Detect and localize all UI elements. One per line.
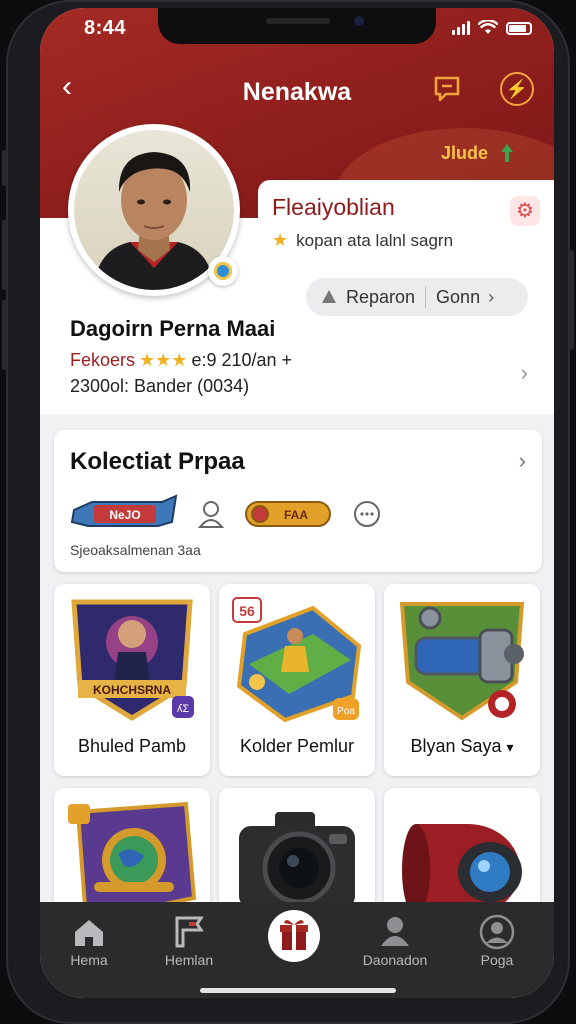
tile-label: Kolder Pemlur <box>239 736 355 756</box>
collection-tile[interactable]: 56 Poa Kolder Pemlur <box>219 584 375 776</box>
status-bar: 8:44 <box>40 8 554 52</box>
person-icon <box>381 917 409 946</box>
chat-icon[interactable] <box>432 74 462 104</box>
nav-item-gift[interactable] <box>268 910 320 962</box>
nav-label: Hema <box>70 952 108 968</box>
secondary-button[interactable]: Gonn <box>436 287 480 308</box>
top-nav: ‹ Nenakwa ⚡ <box>40 70 554 110</box>
gift-icon <box>280 919 308 950</box>
status-time: 8:44 <box>84 17 127 39</box>
wifi-icon <box>478 20 498 34</box>
tile-label: Bhuled Pamb <box>77 736 187 756</box>
nav-item-hemlan[interactable]: Hemlan <box>144 912 234 968</box>
status-icons <box>452 20 532 36</box>
nav-item-profile[interactable]: Poga <box>452 912 542 968</box>
profile-chevron-icon[interactable]: › <box>521 360 528 386</box>
header-badge: Jlude <box>441 142 518 164</box>
info-title: Fleaiyoblian <box>272 194 395 220</box>
collection-badges: NeJO FAA <box>70 492 382 536</box>
chevron-right-icon: › <box>488 286 495 307</box>
collection-title: Kolectiat Prpaa <box>70 448 245 475</box>
power-button <box>569 250 574 350</box>
svg-text:KOHCHSRNA: KOHCHSRNA <box>93 683 171 697</box>
nav-label: Daonadon <box>362 952 428 968</box>
front-camera <box>354 16 364 26</box>
app-screen: 8:44 ‹ Nenakwa ⚡ Jlude Fleaiyoblian ★ ko… <box>40 8 554 998</box>
profile-stats-row: Fekoers ★★★ e:9 210/an + <box>70 350 292 371</box>
svg-text:ʎΣ: ʎΣ <box>177 703 190 715</box>
speaker <box>266 18 330 24</box>
rating-stars-icon: ★★★ <box>139 350 188 370</box>
ribbon-badge-icon: NeJO <box>70 494 178 527</box>
home-indicator[interactable] <box>200 988 396 993</box>
nav-label: Hemlan <box>164 952 214 968</box>
page-title: Nenakwa <box>242 78 352 106</box>
nav-item-daonadon[interactable]: Daonadon <box>350 912 440 968</box>
notch <box>158 8 436 44</box>
tile-label: Blyan Saya ▾ <box>410 736 514 756</box>
key-badge-icon: FAA <box>245 501 331 527</box>
cannon-card-art <box>399 602 525 721</box>
info-subtitle-row: ★ kopan ata lalnl sagrn <box>272 230 453 251</box>
signal-icon <box>452 21 470 35</box>
header-badge-label: Jlude <box>440 142 488 163</box>
stats-value: e:9 210/an + <box>191 350 293 370</box>
home-icon <box>75 920 103 946</box>
bolt-icon[interactable]: ⚡ <box>500 72 534 106</box>
collection-tile[interactable]: KOHCHSRNA ʎΣ Bhuled Pamb <box>54 584 210 776</box>
star-icon: ★ <box>272 230 289 250</box>
volume-up-button <box>2 220 7 290</box>
profile-stats-line2: 2300ol: Bander (0034) <box>70 376 250 396</box>
soccer-card-art: 56 Poa <box>232 597 362 722</box>
battery-icon <box>506 21 532 35</box>
mute-switch <box>2 150 7 186</box>
collection-tile[interactable]: Blyan Saya ▾ <box>384 584 540 776</box>
svg-text:56: 56 <box>239 603 255 619</box>
user-outline-icon <box>198 501 224 528</box>
settings-gear-icon[interactable]: ⚙ <box>510 196 540 226</box>
stats-label: Fekoers <box>70 350 136 370</box>
flag-icon <box>175 916 204 948</box>
collection-card[interactable]: Kolectiat Prpaa › NeJO FAA Sjeoaksalmena… <box>54 430 542 572</box>
report-button-label: Reparon <box>346 286 416 307</box>
nav-label: Poga <box>480 952 514 968</box>
profile-icon <box>479 914 515 950</box>
collection-subtitle: Sjeoaksalmenan 3aa <box>70 542 201 558</box>
chevron-down-icon: ▾ <box>506 739 514 755</box>
profile-info-card[interactable]: Fleaiyoblian ★ kopan ata lalnl sagrn ⚙ <box>258 180 554 266</box>
leaf-icon <box>501 144 513 162</box>
collection-chevron-icon[interactable]: › <box>519 448 526 474</box>
verified-badge-icon <box>208 256 238 286</box>
svg-text:FAA: FAA <box>284 508 308 522</box>
warning-icon <box>322 290 336 303</box>
hero-card-art: KOHCHSRNA ʎΣ <box>71 599 194 721</box>
info-subtitle: kopan ata lalnl sagrn <box>296 230 454 250</box>
volume-down-button <box>2 300 7 370</box>
chat-bubble-icon <box>354 501 380 527</box>
profile-name: Dagoirn Perna Maai <box>70 316 276 341</box>
nav-item-home[interactable]: Hema <box>44 912 134 968</box>
pill-divider <box>425 286 427 308</box>
svg-text:NeJO: NeJO <box>109 508 140 522</box>
bottom-nav-bar: Hema Hemlan Daonadon Poga <box>40 902 554 998</box>
report-pill: Reparon Gonn › <box>306 278 528 316</box>
report-button[interactable]: Reparon <box>306 287 415 308</box>
svg-text:Poa: Poa <box>337 706 355 717</box>
